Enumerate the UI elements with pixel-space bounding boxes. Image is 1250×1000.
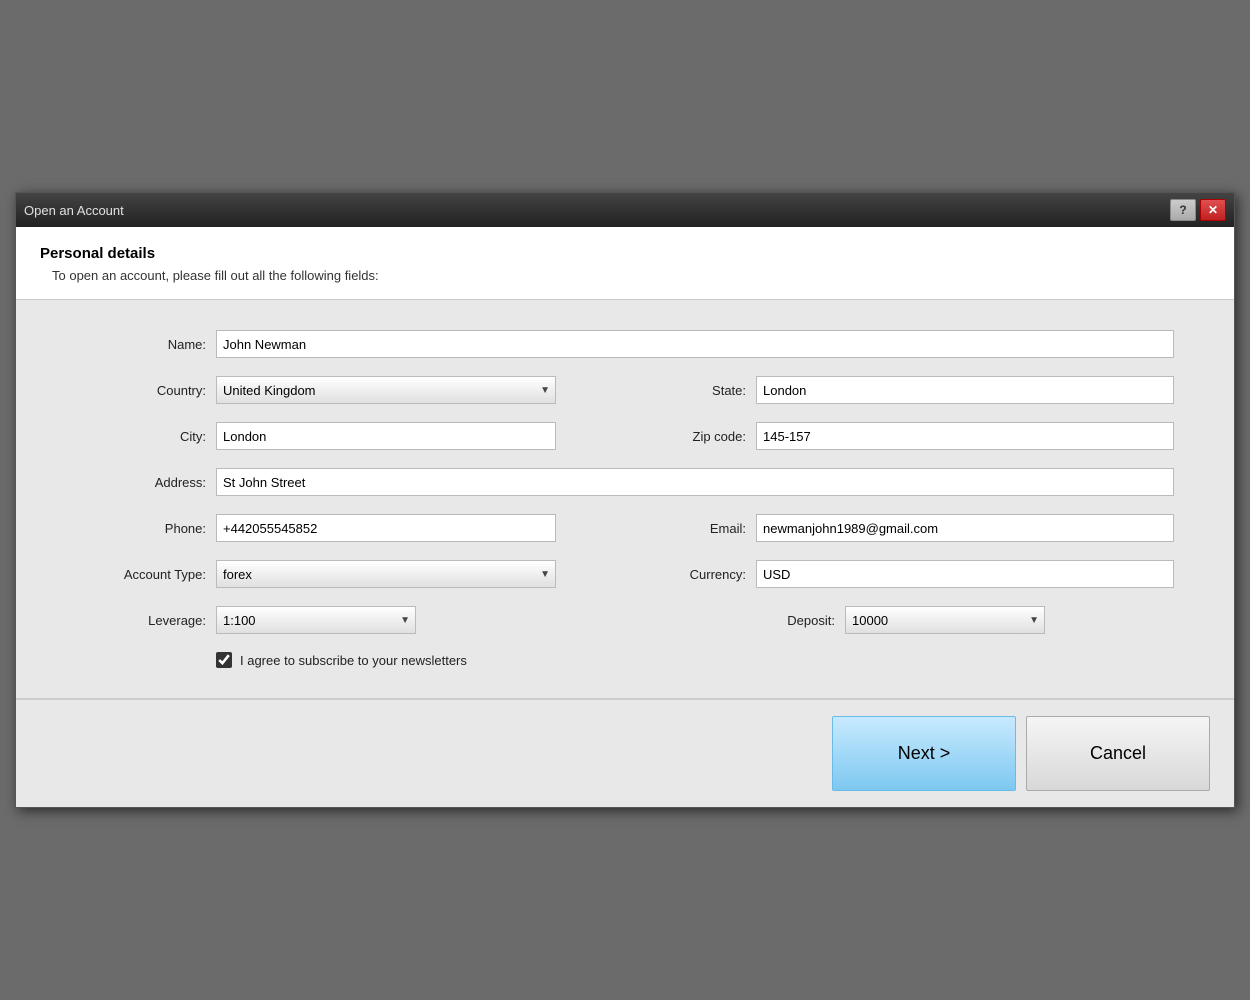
city-field-group: City: (76, 422, 556, 450)
deposit-select-wrapper: 10000 5000 25000 50000 ▼ (845, 606, 1045, 634)
email-field-group: Email: (616, 514, 1174, 542)
currency-input[interactable] (756, 560, 1174, 588)
phone-email-row: Phone: Email: (76, 514, 1174, 542)
account-type-select[interactable]: forex stocks crypto (216, 560, 556, 588)
form-section: Name: Country: United Kingdom ▼ (16, 300, 1234, 699)
leverage-label: Leverage: (76, 613, 206, 628)
account-type-select-wrapper: forex stocks crypto ▼ (216, 560, 556, 588)
close-button[interactable]: ✕ (1200, 199, 1226, 221)
phone-field-group: Phone: (76, 514, 556, 542)
cancel-button[interactable]: Cancel (1026, 716, 1210, 791)
country-field-group: Country: United Kingdom ▼ (76, 376, 556, 404)
newsletter-label: I agree to subscribe to your newsletters (240, 653, 467, 668)
newsletter-checkbox[interactable] (216, 652, 232, 668)
footer-section: Next > Cancel (16, 699, 1234, 807)
dialog-content: Personal details To open an account, ple… (16, 227, 1234, 807)
zip-label: Zip code: (616, 429, 746, 444)
state-label: State: (616, 383, 746, 398)
city-input[interactable] (216, 422, 556, 450)
state-input[interactable] (756, 376, 1174, 404)
leverage-select-wrapper: 1:100 1:50 1:200 1:500 ▼ (216, 606, 416, 634)
zip-input[interactable] (756, 422, 1174, 450)
title-bar: Open an Account ? ✕ (16, 193, 1234, 227)
phone-label: Phone: (76, 521, 206, 536)
state-field-group: State: (616, 376, 1174, 404)
country-label: Country: (76, 383, 206, 398)
header-section: Personal details To open an account, ple… (16, 227, 1234, 300)
address-input[interactable] (216, 468, 1174, 496)
dialog-title: Open an Account (24, 203, 124, 218)
phone-input[interactable] (216, 514, 556, 542)
deposit-field-group: Deposit: 10000 5000 25000 50000 ▼ (705, 606, 1174, 634)
header-title: Personal details (40, 245, 1210, 262)
currency-field-group: Currency: (616, 560, 1174, 588)
city-label: City: (76, 429, 206, 444)
city-zip-row: City: Zip code: (76, 422, 1174, 450)
account-currency-row: Account Type: forex stocks crypto ▼ Curr… (76, 560, 1174, 588)
account-type-label: Account Type: (76, 567, 206, 582)
leverage-field-group: Leverage: 1:100 1:50 1:200 1:500 ▼ (76, 606, 545, 634)
title-bar-controls: ? ✕ (1170, 199, 1226, 221)
address-field-group: Address: (76, 468, 1174, 496)
next-button[interactable]: Next > (832, 716, 1016, 791)
address-label: Address: (76, 475, 206, 490)
deposit-select[interactable]: 10000 5000 25000 50000 (845, 606, 1045, 634)
help-button[interactable]: ? (1170, 199, 1196, 221)
email-input[interactable] (756, 514, 1174, 542)
name-field-group: Name: (76, 330, 1174, 358)
deposit-label: Deposit: (705, 613, 835, 628)
leverage-deposit-row: Leverage: 1:100 1:50 1:200 1:500 ▼ Depos… (76, 606, 1174, 634)
zip-field-group: Zip code: (616, 422, 1174, 450)
name-row: Name: (76, 330, 1174, 358)
country-select[interactable]: United Kingdom (216, 376, 556, 404)
address-row: Address: (76, 468, 1174, 496)
header-subtitle: To open an account, please fill out all … (52, 268, 1210, 283)
newsletter-row: I agree to subscribe to your newsletters (216, 652, 1174, 668)
country-select-wrapper: United Kingdom ▼ (216, 376, 556, 404)
dialog: Open an Account ? ✕ Personal details To … (15, 192, 1235, 808)
email-label: Email: (616, 521, 746, 536)
name-label: Name: (76, 337, 206, 352)
name-input[interactable] (216, 330, 1174, 358)
account-type-field-group: Account Type: forex stocks crypto ▼ (76, 560, 556, 588)
leverage-select[interactable]: 1:100 1:50 1:200 1:500 (216, 606, 416, 634)
currency-label: Currency: (616, 567, 746, 582)
country-state-row: Country: United Kingdom ▼ State: (76, 376, 1174, 404)
